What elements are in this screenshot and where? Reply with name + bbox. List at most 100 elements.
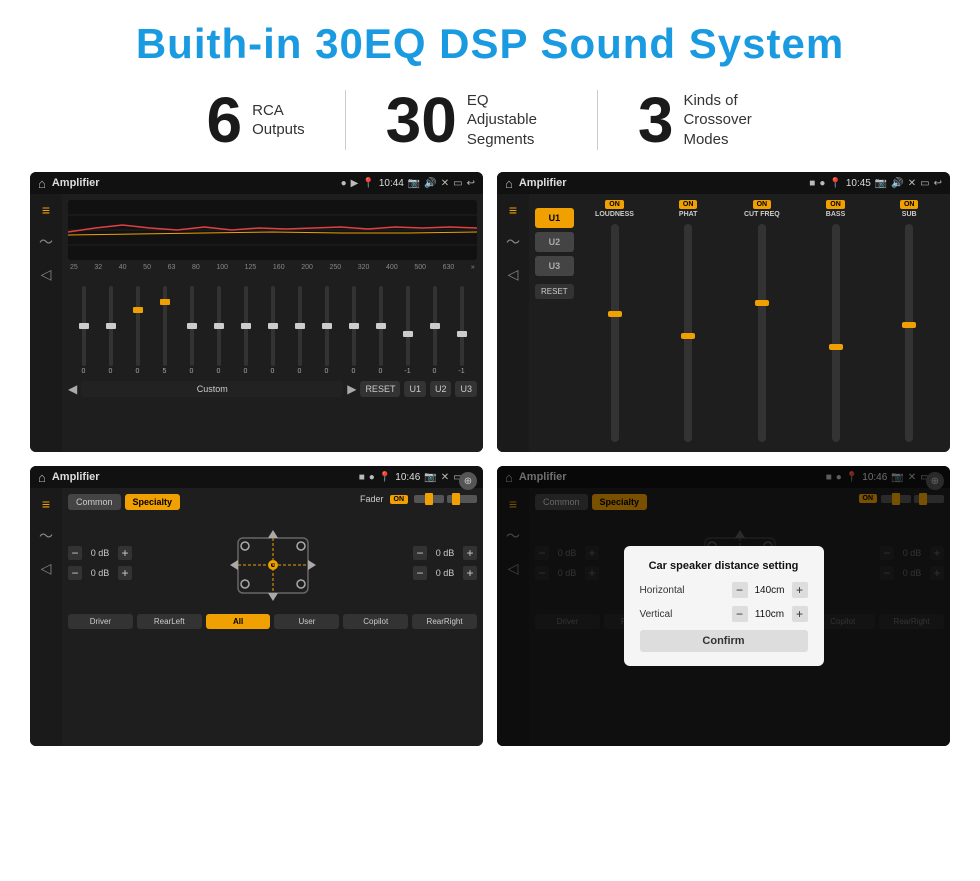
sub-label: SUB [902, 211, 917, 218]
eq-track-7[interactable] [244, 286, 248, 366]
eq-thumb-14[interactable] [430, 323, 440, 329]
speaker-icon-3[interactable]: ◁ [41, 560, 52, 577]
driver-btn[interactable]: Driver [68, 614, 133, 629]
loudness-thumb[interactable] [608, 311, 622, 317]
eq-track-2[interactable] [109, 286, 113, 366]
rearright-btn[interactable]: RearRight [412, 614, 477, 629]
db-plus-1[interactable]: + [118, 546, 132, 560]
eq-thumb-5[interactable] [187, 323, 197, 329]
horizontal-minus[interactable]: − [732, 582, 748, 598]
confirm-button[interactable]: Confirm [640, 630, 808, 652]
eq-track-11[interactable] [352, 286, 356, 366]
eq-track-15[interactable] [460, 286, 464, 366]
fader-h-1[interactable] [414, 495, 444, 503]
eq-track-13[interactable] [406, 286, 410, 366]
sub-thumb[interactable] [902, 322, 916, 328]
eq-thumb-13[interactable] [403, 331, 413, 337]
fader-thumb-1[interactable] [425, 493, 433, 505]
eq-thumb-15[interactable] [457, 331, 467, 337]
home-icon-1[interactable]: ⌂ [38, 176, 46, 191]
eq-val-1: 0 [82, 368, 86, 375]
eq-icon-2[interactable]: ≡ [509, 202, 517, 218]
custom-btn[interactable]: Custom [81, 381, 343, 397]
back-icon-1[interactable]: ↩ [467, 178, 475, 189]
home-icon-2[interactable]: ⌂ [505, 176, 513, 191]
prev-btn[interactable]: ◀ [68, 382, 77, 396]
bass-thumb[interactable] [829, 344, 843, 350]
all-btn[interactable]: All [206, 614, 271, 629]
u3-inactive-btn[interactable]: U3 [535, 256, 574, 276]
user-btn[interactable]: User [274, 614, 339, 629]
copilot-btn[interactable]: Copilot [343, 614, 408, 629]
phat-slider[interactable] [684, 224, 692, 442]
eq-thumb-3[interactable] [133, 307, 143, 313]
sub-slider[interactable] [905, 224, 913, 442]
db-minus-2[interactable]: − [68, 566, 82, 580]
eq-track-4[interactable] [163, 286, 167, 366]
cutfreq-thumb[interactable] [755, 300, 769, 306]
eq-thumb-12[interactable] [376, 323, 386, 329]
next-btn[interactable]: ▶ [347, 382, 356, 396]
eq-track-8[interactable] [271, 286, 275, 366]
u3-btn-1[interactable]: U3 [455, 381, 477, 397]
home-icon-3[interactable]: ⌂ [38, 470, 46, 485]
db-plus-2[interactable]: + [118, 566, 132, 580]
sidebar-3: ≡ 〜 ◁ [30, 488, 62, 746]
cutfreq-slider[interactable] [758, 224, 766, 442]
db-val-1: 0 dB [86, 548, 114, 558]
freq-250: 250 [329, 264, 341, 271]
db-minus-3[interactable]: − [413, 546, 427, 560]
eq-thumb-9[interactable] [295, 323, 305, 329]
fader-h-2[interactable] [447, 495, 477, 503]
bass-slider[interactable] [832, 224, 840, 442]
eq-val-2: 0 [109, 368, 113, 375]
camera-icon-1: 📷 [408, 178, 420, 189]
rearleft-btn[interactable]: RearLeft [137, 614, 202, 629]
vertical-plus[interactable]: + [792, 606, 808, 622]
eq-track-6[interactable] [217, 286, 221, 366]
wave-icon-3[interactable]: 〜 [39, 526, 53, 546]
eq-icon-1[interactable]: ≡ [42, 202, 50, 218]
eq-track-14[interactable] [433, 286, 437, 366]
eq-track-5[interactable] [190, 286, 194, 366]
eq-thumb-8[interactable] [268, 323, 278, 329]
db-minus-4[interactable]: − [413, 566, 427, 580]
eq-icon-3[interactable]: ≡ [42, 496, 50, 512]
horizontal-plus[interactable]: + [792, 582, 808, 598]
bottom-controls-3: Driver RearLeft All User Copilot RearRig… [68, 614, 477, 629]
eq-thumb-2[interactable] [106, 323, 116, 329]
expand-icon[interactable]: ⊕ [459, 472, 477, 490]
loudness-slider[interactable] [611, 224, 619, 442]
vertical-minus[interactable]: − [732, 606, 748, 622]
u1-btn-1[interactable]: U1 [404, 381, 426, 397]
u1-active-btn[interactable]: U1 [535, 208, 574, 228]
eq-track-12[interactable] [379, 286, 383, 366]
specialty-tab-3[interactable]: Specialty [125, 494, 181, 510]
u2-inactive-btn[interactable]: U2 [535, 232, 574, 252]
eq-thumb-11[interactable] [349, 323, 359, 329]
volume-icon-2: 🔊 [891, 178, 903, 189]
reset-btn-1[interactable]: RESET [360, 381, 400, 397]
eq-thumb-1[interactable] [79, 323, 89, 329]
eq-thumb-6[interactable] [214, 323, 224, 329]
common-tab-3[interactable]: Common [68, 494, 121, 510]
db-minus-1[interactable]: − [68, 546, 82, 560]
db-plus-4[interactable]: + [463, 566, 477, 580]
eq-track-10[interactable] [325, 286, 329, 366]
reset-btn-2[interactable]: RESET [535, 284, 574, 299]
eq-thumb-10[interactable] [322, 323, 332, 329]
phat-thumb[interactable] [681, 333, 695, 339]
back-icon-2[interactable]: ↩ [934, 178, 942, 189]
fader-thumb-2[interactable] [452, 493, 460, 505]
db-plus-3[interactable]: + [463, 546, 477, 560]
eq-track-1[interactable] [82, 286, 86, 366]
eq-thumb-4[interactable] [160, 299, 170, 305]
speaker-icon-2[interactable]: ◁ [508, 266, 519, 283]
wave-icon-1[interactable]: 〜 [39, 232, 53, 252]
eq-track-9[interactable] [298, 286, 302, 366]
speaker-icon-1[interactable]: ◁ [41, 266, 52, 283]
u2-btn-1[interactable]: U2 [430, 381, 452, 397]
eq-thumb-7[interactable] [241, 323, 251, 329]
eq-track-3[interactable] [136, 286, 140, 366]
wave-icon-2[interactable]: 〜 [506, 232, 520, 252]
